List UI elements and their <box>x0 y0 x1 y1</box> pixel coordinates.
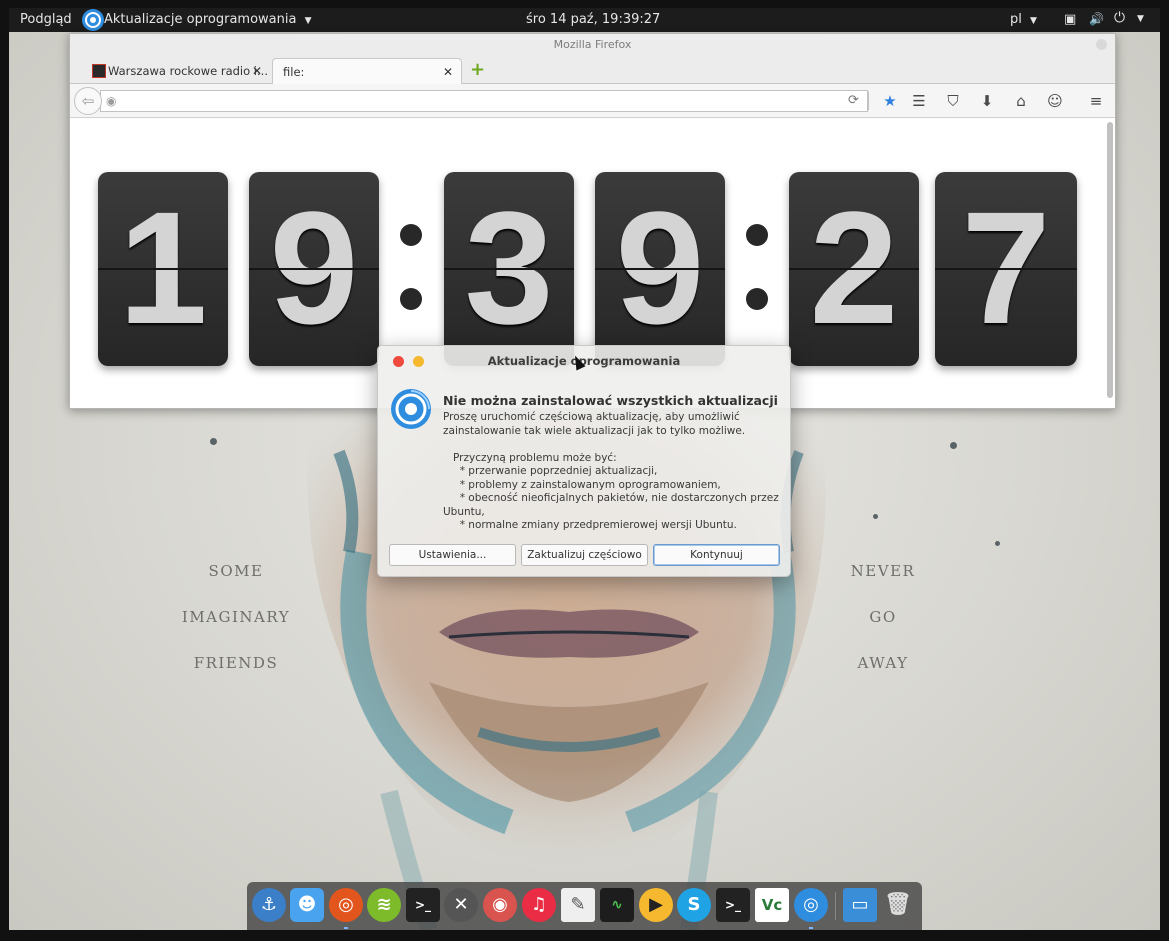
paint-splatter <box>210 438 217 445</box>
network-icon[interactable]: ▣ <box>1064 12 1076 27</box>
home-icon[interactable]: ⌂ <box>1011 92 1031 110</box>
chevron-down-icon[interactable]: ▼ <box>1137 14 1144 24</box>
activities-button[interactable]: Podgląd <box>20 12 72 27</box>
top-panel: Podgląd Aktualizacje oprogramowania ▼ śr… <box>9 8 1160 32</box>
continue-button[interactable]: Kontynuuj <box>653 544 780 566</box>
tab-strip: Warszawa rockowe radio i... ✕ file: ✕ + <box>70 56 1115 84</box>
firefox-icon[interactable]: ◎ <box>329 888 363 922</box>
close-icon[interactable]: ✕ <box>252 58 262 84</box>
clock-colon-dot <box>400 224 422 246</box>
tab-file[interactable]: file: ✕ <box>272 58 462 84</box>
screenshot-icon[interactable]: ◉ <box>483 888 517 922</box>
wallpaper-word: AWAY <box>857 654 909 672</box>
notes-icon[interactable]: ✎ <box>561 888 595 922</box>
terminal-icon[interactable]: >_ <box>406 888 440 922</box>
tab-label: Warszawa rockowe radio i... <box>108 64 268 78</box>
system-monitor-icon[interactable]: ∿ <box>600 888 634 922</box>
settings-button[interactable]: Ustawienia... <box>389 544 516 566</box>
new-tab-button[interactable]: + <box>470 60 485 80</box>
dialog-message: Proszę uruchomić częściową aktualizację,… <box>443 411 779 531</box>
wallpaper-word: FRIENDS <box>193 654 279 672</box>
finder-icon[interactable]: ☻ <box>290 888 324 922</box>
running-indicator <box>344 927 348 929</box>
anchor-icon[interactable]: ⚓ <box>252 888 286 922</box>
pocket-icon[interactable]: ⛉ <box>943 92 963 110</box>
vnc-icon[interactable]: Vc <box>755 888 789 922</box>
spotify-icon[interactable]: ≋ <box>367 888 401 922</box>
software-updater-icon <box>82 9 104 31</box>
skype-icon[interactable]: S <box>677 888 711 922</box>
chevron-down-icon: ▼ <box>304 16 312 26</box>
close-icon[interactable]: ✕ <box>443 59 453 84</box>
window-close-button[interactable] <box>1096 39 1107 50</box>
back-button[interactable]: ⇦ <box>74 87 102 115</box>
music-icon[interactable]: ♫ <box>522 888 556 922</box>
clock-digit-card: 9 <box>249 172 379 366</box>
terminal-icon[interactable]: >_ <box>716 888 750 922</box>
software-updater-icon <box>391 389 431 429</box>
trash-icon[interactable]: 🗑 <box>881 888 915 922</box>
clock-digit-card: 1 <box>98 172 228 366</box>
paint-splatter <box>873 514 878 519</box>
clock-digit-card: 7 <box>935 172 1077 366</box>
panel-clock[interactable]: śro 14 paź, 19:39:27 <box>526 12 660 27</box>
clock-colon-dot <box>746 224 768 246</box>
paint-splatter <box>995 541 1000 546</box>
clock-colon-dot <box>400 288 422 310</box>
desktop-screen: SOME IMAGINARY FRIENDS NEVER GO AWAY Pod… <box>0 0 1169 941</box>
running-indicator <box>809 927 813 929</box>
desktop-icon[interactable]: ▭ <box>843 888 877 922</box>
globe-icon: ◉ <box>106 94 117 108</box>
bookmarks-list-icon[interactable]: ☰ <box>909 92 929 110</box>
power-icon[interactable]: ⏻ <box>1114 10 1125 26</box>
url-bar[interactable]: ◉ ⌄ <box>100 90 869 112</box>
volume-icon[interactable]: 🔊 <box>1089 12 1104 26</box>
wallpaper-word: NEVER <box>850 562 916 580</box>
tab-label: file: <box>283 65 305 79</box>
wallpaper-word: GO <box>869 608 897 626</box>
chevron-down-icon: ▼ <box>1030 16 1037 26</box>
media-player-icon[interactable]: ▶ <box>639 888 673 922</box>
download-icon[interactable]: ⬇ <box>977 92 997 110</box>
software-updater-icon[interactable]: ◎ <box>794 888 828 922</box>
dock-separator <box>835 892 836 920</box>
tab-radio[interactable]: Warszawa rockowe radio i... ✕ <box>86 58 270 84</box>
dialog-title: Aktualizacje oprogramowania <box>487 354 681 368</box>
reload-button[interactable]: ⟳ <box>840 90 868 112</box>
wallpaper-word: IMAGINARY <box>181 608 291 626</box>
dock: ⚓ ☻ ◎ ≋ >_ ✕ ◉ ♫ ✎ ∿ ▶ S >_ Vc ◎ ▭ 🗑 <box>247 882 922 930</box>
chat-icon[interactable]: ☺ <box>1045 92 1065 110</box>
dialog-heading: Nie można zainstalować wszystkich aktual… <box>443 393 778 408</box>
navigation-toolbar: ◉ ⌄ ⟳ ⇦ ★ ☰ ⛉ ⬇ ⌂ ☺ ≡ <box>70 84 1115 118</box>
wallpaper-word: SOME <box>208 562 264 580</box>
language-indicator[interactable]: pl ▼ <box>1010 12 1037 27</box>
radio-favicon-icon <box>92 64 106 78</box>
url-input[interactable] <box>119 93 819 109</box>
app-menu-label: Aktualizacje oprogramowania <box>104 12 297 27</box>
update-dialog: Aktualizacje oprogramowania Nie można za… <box>377 345 791 577</box>
clock-digit-card: 9 <box>595 172 725 366</box>
menu-icon[interactable]: ≡ <box>1086 92 1106 110</box>
window-title: Mozilla Firefox <box>70 34 1115 56</box>
clock-digit-card: 2 <box>789 172 919 366</box>
clock-colon-dot <box>746 288 768 310</box>
system-settings-icon[interactable]: ✕ <box>444 888 478 922</box>
clock-digit-card: 3 <box>444 172 574 366</box>
partial-upgrade-button[interactable]: Zaktualizuj częściowo <box>521 544 648 566</box>
app-menu[interactable]: Aktualizacje oprogramowania ▼ <box>104 12 312 27</box>
bookmark-star-icon[interactable]: ★ <box>880 92 900 110</box>
vertical-scrollbar[interactable] <box>1107 122 1113 398</box>
language-label: pl <box>1010 12 1022 27</box>
paint-splatter <box>950 442 957 449</box>
